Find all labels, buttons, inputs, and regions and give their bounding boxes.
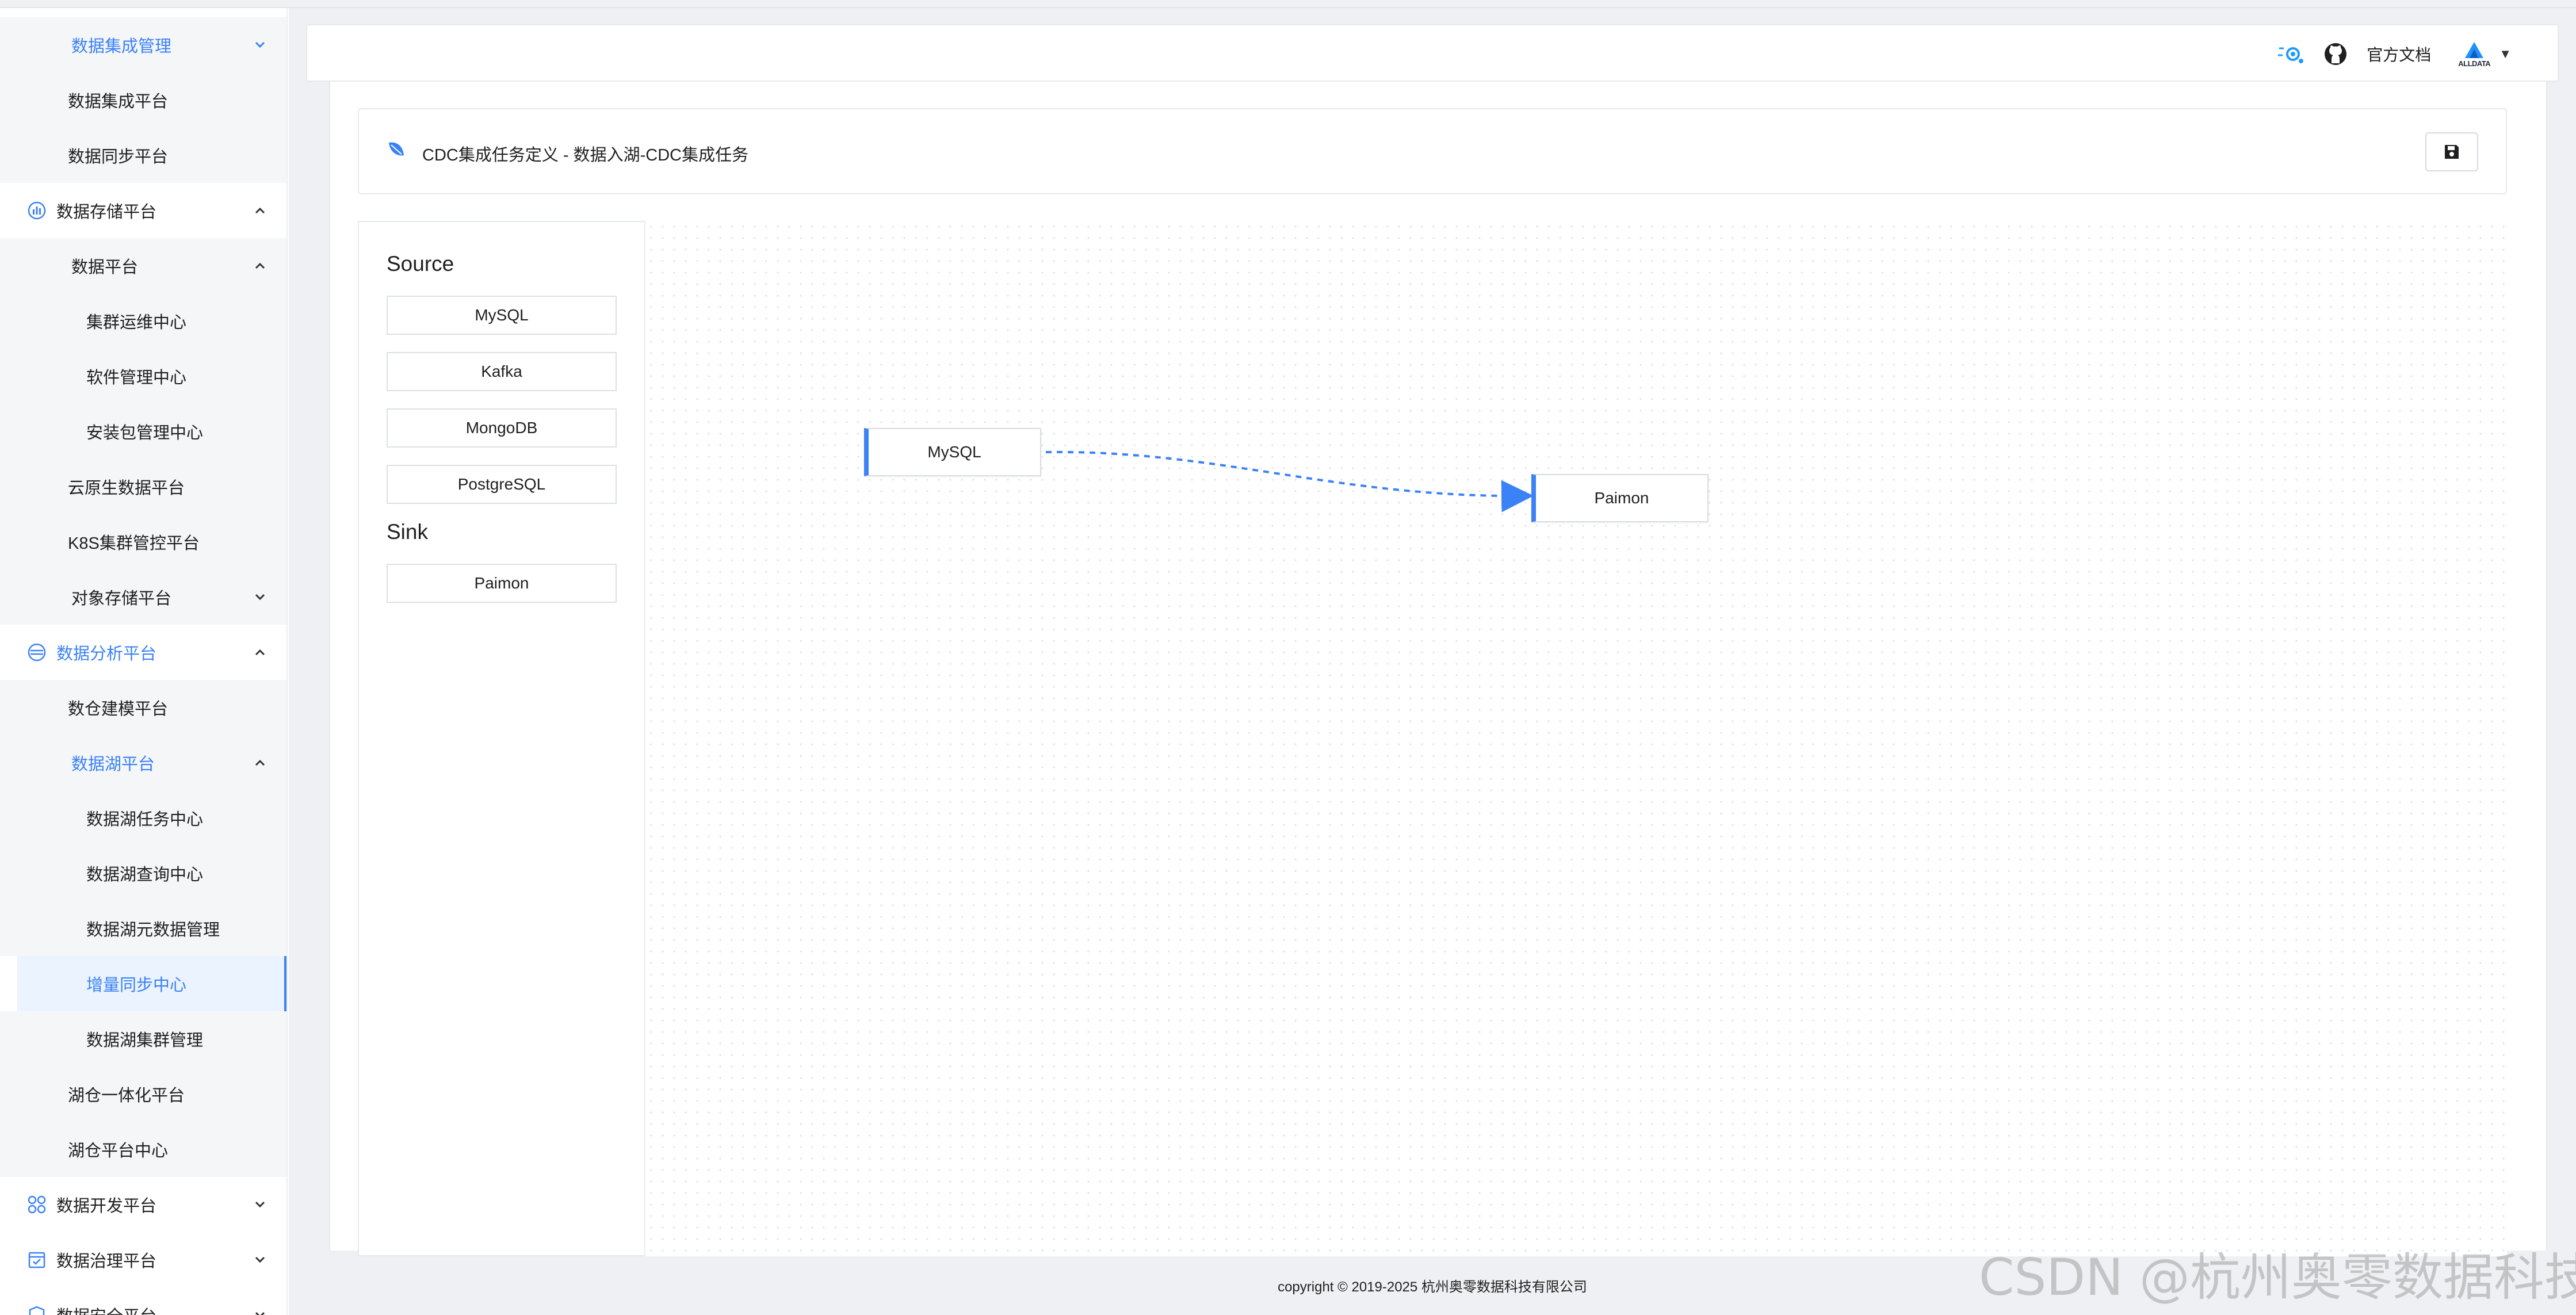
sidebar-item-label: 数据治理平台	[56, 1252, 157, 1271]
sidebar-item-data-lake-platform[interactable]: 数据湖平台	[0, 735, 286, 790]
security-icon	[26, 1305, 47, 1315]
top-bar	[0, 0, 2576, 8]
task-title: CDC集成任务定义 - 数据入湖-CDC集成任务	[422, 146, 749, 165]
official-docs-link[interactable]: 官方文档	[2367, 43, 2431, 66]
sidebar-item-label: 数据集成管理	[71, 37, 172, 56]
flow-node-paimon[interactable]: Paimon	[1531, 474, 1709, 522]
flow-edges	[1045, 450, 1534, 513]
sidebar-item-object-storage[interactable]: 对象存储平台	[0, 569, 286, 625]
save-button[interactable]	[2425, 132, 2478, 171]
chevron-up-icon	[252, 202, 268, 219]
logo-text: ALLDATA	[2458, 59, 2491, 68]
source-postgresql-button[interactable]: PostgreSQL	[387, 465, 617, 504]
edge-mysql-to-paimon	[1045, 450, 1534, 513]
sidebar-item-incremental-sync[interactable]: 增量同步中心	[17, 956, 286, 1011]
sidebar-item-package-management[interactable]: 安装包管理中心	[0, 404, 286, 459]
dev-icon	[26, 1194, 47, 1215]
sidebar-item-lake-cluster[interactable]: 数据湖集群管理	[0, 1011, 286, 1066]
sidebar-item-label: 数据同步平台	[68, 148, 169, 166]
sidebar-item-label: 数据湖查询中心	[86, 866, 204, 884]
chevron-down-icon	[252, 1197, 268, 1213]
sidebar-item-k8s-platform[interactable]: K8S集群管控平台	[0, 514, 286, 569]
sidebar-item-data-dev-platform[interactable]: 数据开发平台	[0, 1177, 286, 1232]
sidebar-item-dw-modeling[interactable]: 数仓建模平台	[0, 680, 286, 735]
sidebar-item-lake-metadata[interactable]: 数据湖元数据管理	[0, 901, 286, 956]
chevron-down-icon	[252, 37, 268, 53]
sidebar-item-data-storage-platform[interactable]: 数据存储平台	[0, 183, 286, 238]
sidebar-item-lakehouse-center[interactable]: 湖仓平台中心	[0, 1122, 286, 1177]
sidebar-item-data-integration-management[interactable]: 数据集成管理	[0, 17, 286, 72]
sink-heading: Sink	[387, 520, 428, 544]
sidebar-item-lakehouse-platform[interactable]: 湖仓一体化平台	[0, 1066, 286, 1122]
sidebar-item-label: 对象存储平台	[71, 590, 172, 608]
sidebar-item-label: 数据存储平台	[56, 203, 157, 221]
analysis-icon	[26, 642, 47, 663]
sidebar-item-label: 数据平台	[71, 258, 139, 277]
task-title-bar: CDC集成任务定义 - 数据入湖-CDC集成任务	[358, 108, 2507, 194]
github-icon[interactable]	[2319, 38, 2352, 70]
chevron-down-icon	[252, 589, 268, 605]
sidebar-item-cluster-ops[interactable]: 集群运维中心	[0, 293, 286, 349]
top-header: 官方文档 ALLDATA ▼	[306, 24, 2559, 82]
sidebar-item-data-integration-platform[interactable]: 数据集成平台	[0, 72, 286, 128]
sidebar-item-label: 数据湖元数据管理	[86, 921, 220, 939]
sidebar: 数据集成管理 数据集成平台 数据同步平台 数据存储平台 数据平台 集群运维中心 …	[0, 8, 288, 1315]
sink-paimon-button[interactable]: Paimon	[387, 564, 617, 603]
settings-link-icon[interactable]	[2275, 38, 2307, 70]
sidebar-item-data-platform[interactable]: 数据平台	[0, 238, 286, 293]
sidebar-item-label: 数据安全平台	[56, 1303, 156, 1315]
sidebar-item-label: 数仓建模平台	[68, 700, 169, 718]
alldata-logo[interactable]: ALLDATA	[2454, 37, 2494, 71]
sidebar-item-label: 数据集成平台	[68, 93, 169, 111]
user-menu-caret-icon[interactable]: ▼	[2499, 47, 2512, 62]
sidebar-item-label: 数据湖平台	[71, 755, 155, 774]
sidebar-item-label: 数据开发平台	[56, 1197, 157, 1215]
sidebar-item-label: 湖仓平台中心	[68, 1142, 169, 1160]
storage-chart-icon	[26, 200, 47, 221]
chevron-up-icon	[252, 644, 268, 660]
sidebar-item-data-security[interactable]: 数据安全平台	[0, 1287, 286, 1315]
source-heading: Source	[387, 252, 454, 276]
sidebar-item-label: 增量同步中心	[86, 976, 187, 995]
node-palette: Source MySQL Kafka MongoDB PostgreSQL Si…	[358, 221, 645, 1256]
chevron-down-icon	[252, 1307, 268, 1315]
header-actions: 官方文档 ALLDATA ▼	[2262, 25, 2512, 83]
sidebar-item-label: 集群运维中心	[86, 314, 187, 332]
sidebar-item-label: K8S集群管控平台	[68, 534, 200, 553]
chevron-up-icon	[252, 258, 268, 274]
save-icon	[2445, 145, 2459, 159]
sidebar-item-lake-task-center[interactable]: 数据湖任务中心	[0, 790, 286, 846]
sidebar-item-label: 湖仓一体化平台	[68, 1087, 185, 1105]
sidebar-item-label: 安装包管理中心	[86, 424, 204, 442]
source-kafka-button[interactable]: Kafka	[387, 352, 617, 391]
sidebar-item-software-management[interactable]: 软件管理中心	[0, 349, 286, 404]
source-mongodb-button[interactable]: MongoDB	[387, 408, 617, 448]
sidebar-item-label: 数据湖任务中心	[86, 811, 204, 829]
leaf-icon	[389, 142, 404, 156]
copyright-text: copyright © 2019-2025 杭州奥零数据科技有限公司	[1278, 1279, 1587, 1295]
sidebar-item-data-sync-platform[interactable]: 数据同步平台	[0, 128, 286, 183]
sidebar-item-cloud-native-platform[interactable]: 云原生数据平台	[0, 459, 286, 514]
sidebar-item-label: 云原生数据平台	[68, 479, 185, 498]
sidebar-item-label: 数据分析平台	[56, 645, 157, 663]
sidebar-item-data-governance[interactable]: 数据治理平台	[0, 1232, 286, 1287]
sidebar-item-label: 数据湖集群管理	[86, 1031, 204, 1050]
watermark: CSDN @杭州奥零数据科技	[1979, 1248, 2576, 1307]
governance-icon	[26, 1249, 47, 1270]
flow-canvas[interactable]: MySQL Paimon	[645, 221, 2507, 1256]
sidebar-item-label: 软件管理中心	[86, 369, 187, 387]
source-mysql-button[interactable]: MySQL	[387, 296, 617, 335]
flow-node-mysql[interactable]: MySQL	[864, 428, 1041, 476]
sidebar-item-data-analysis-platform[interactable]: 数据分析平台	[0, 625, 286, 680]
sidebar-item-lake-query-center[interactable]: 数据湖查询中心	[0, 846, 286, 901]
chevron-up-icon	[252, 755, 268, 771]
chevron-down-icon	[252, 1252, 268, 1268]
